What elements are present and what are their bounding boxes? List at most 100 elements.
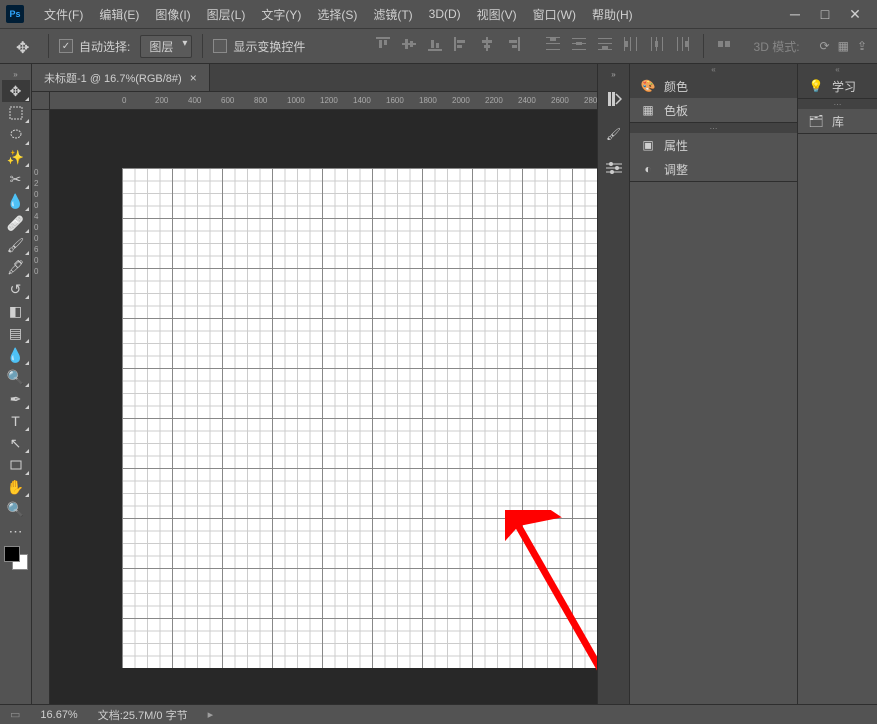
marquee-tool[interactable] [2,102,30,124]
adjustments-panel-tab[interactable]: ◐调整 [630,157,797,181]
eyedropper-tool[interactable]: 💧 [2,190,30,212]
document-tab[interactable]: 未标题-1 @ 16.7%(RGB/8#) × [32,64,210,91]
pen-tool[interactable]: ✒ [2,388,30,410]
menu-select[interactable]: 选择(S) [309,2,365,27]
panel-label: 学习 [832,78,856,95]
foreground-color-swatch[interactable] [4,546,20,562]
lasso-tool[interactable] [2,124,30,146]
palette-icon: 🎨 [640,78,656,94]
show-transform-checkbox[interactable] [213,39,227,53]
panel-collapse-handle[interactable]: « [630,64,797,74]
clone-stamp-tool[interactable]: 🖋 [2,256,30,278]
align-right-icon[interactable] [503,34,523,54]
eraser-tool[interactable]: ◧ [2,300,30,322]
d3-pan-icon[interactable]: ▦ [838,39,849,53]
auto-align-icon[interactable] [714,34,734,54]
ruler-corner [32,92,50,110]
divider [48,34,49,58]
right-panels-2: « 💡 学习 ⋯ 🗂库 [797,64,877,704]
document-tab-bar: 未标题-1 @ 16.7%(RGB/8#) × [32,64,597,92]
distribute-hcenter-icon[interactable] [647,34,667,54]
current-tool-icon[interactable] [10,35,38,57]
menu-view[interactable]: 视图(V) [469,2,525,27]
menu-help[interactable]: 帮助(H) [584,2,641,27]
statusbar: ▭ 16.67% 文档:25.7M/0 字节 ▸ [0,704,877,724]
distribute-left-icon[interactable] [621,34,641,54]
auto-select-checkbox[interactable] [59,39,73,53]
align-vcenter-icon[interactable] [399,34,419,54]
swatches-panel-tab[interactable]: ▦色板 [630,98,797,122]
maximize-button[interactable]: □ [817,6,833,22]
edit-toolbar[interactable]: ⋯ [2,520,30,542]
close-button[interactable]: ✕ [847,6,863,22]
bulb-icon: 💡 [808,78,824,94]
panel-label: 色板 [664,102,688,119]
document-tab-title: 未标题-1 @ 16.7%(RGB/8#) [44,70,182,86]
align-hcenter-icon[interactable] [477,34,497,54]
document-area: 未标题-1 @ 16.7%(RGB/8#) × 0200400600800100… [32,64,597,704]
zoom-level[interactable]: 16.67% [40,709,77,721]
distribute-bottom-icon[interactable] [595,34,615,54]
color-swatches[interactable] [4,546,28,570]
libraries-panel-tab[interactable]: 🗂库 [798,109,877,133]
type-tool[interactable]: T [2,410,30,432]
menu-3d[interactable]: 3D(D) [421,3,469,25]
auto-select-label: 自动选择: [79,38,130,55]
minimize-button[interactable]: ─ [787,6,803,22]
horizontal-ruler[interactable]: 0200400600800100012001400160018002000220… [50,92,597,110]
properties-panel-tab[interactable]: ▣属性 [630,133,797,157]
magic-wand-tool[interactable]: ✨ [2,146,30,168]
d3-mode-label: 3D 模式: [754,38,800,55]
panel-drag-handle[interactable]: ⋯ [630,123,797,133]
app-logo: Ps [6,5,24,23]
rectangle-tool[interactable] [2,454,30,476]
panel-drag-handle[interactable]: ⋯ [798,99,877,109]
crop-tool[interactable]: ✂ [2,168,30,190]
path-select-tool[interactable]: ↖ [2,432,30,454]
menu-file[interactable]: 文件(F) [36,2,91,27]
healing-brush-tool[interactable]: 🩹 [2,212,30,234]
learn-panel-tab[interactable]: 💡 学习 [798,74,877,98]
annotation-arrow-icon [505,510,597,704]
color-panel-tab[interactable]: 🎨颜色 [630,74,797,98]
panel-label: 属性 [664,137,688,154]
vertical-ruler[interactable]: 0200400600 [32,110,50,704]
panel-label: 调整 [664,161,688,178]
blur-tool[interactable]: 💧 [2,344,30,366]
history-brush-tool[interactable]: ↺ [2,278,30,300]
panel-collapse-handle[interactable]: « [798,64,877,74]
menu-image[interactable]: 图像(I) [147,2,198,27]
d3-orbit-icon[interactable]: ⟳ [820,39,830,53]
canvas-viewport[interactable] [50,110,597,704]
dodge-tool[interactable]: 🔍 [2,366,30,388]
align-top-icon[interactable] [373,34,393,54]
panel-collapse-handle[interactable]: » [0,68,31,80]
auto-select-target-select[interactable]: 图层 [140,35,192,58]
share-icon[interactable]: ⇪ [857,39,867,53]
gradient-tool[interactable]: ▤ [2,322,30,344]
menu-window[interactable]: 窗口(W) [525,2,584,27]
panel-icon-strip: » 🖌 [598,64,630,704]
hand-tool[interactable]: ✋ [2,476,30,498]
library-icon: 🗂 [808,113,824,129]
menu-layer[interactable]: 图层(L) [199,2,254,27]
history-panel-icon[interactable] [600,86,628,114]
zoom-tool[interactable]: 🔍 [2,498,30,520]
status-icon: ▭ [10,708,20,721]
menu-edit[interactable]: 编辑(E) [91,2,147,27]
distribute-vcenter-icon[interactable] [569,34,589,54]
align-left-icon[interactable] [451,34,471,54]
document-info[interactable]: 文档:25.7M/0 字节 [98,707,188,723]
brush-panel-icon[interactable]: 🖌 [600,120,628,148]
close-tab-icon[interactable]: × [190,71,197,85]
brush-tool[interactable]: 🖌 [2,234,30,256]
settings-panel-icon[interactable] [600,154,628,182]
move-tool[interactable]: ✥ [2,80,30,102]
tools-panel: » ✥ ✨ ✂ 💧 🩹 🖌 🖋 ↺ ◧ ▤ 💧 🔍 ✒ T ↖ ✋ 🔍 ⋯ [0,64,32,704]
distribute-right-icon[interactable] [673,34,693,54]
menu-filter[interactable]: 滤镜(T) [365,2,420,27]
distribute-top-icon[interactable] [543,34,563,54]
menu-type[interactable]: 文字(Y) [253,2,309,27]
align-bottom-icon[interactable] [425,34,445,54]
panel-collapse-handle[interactable]: » [611,70,615,80]
